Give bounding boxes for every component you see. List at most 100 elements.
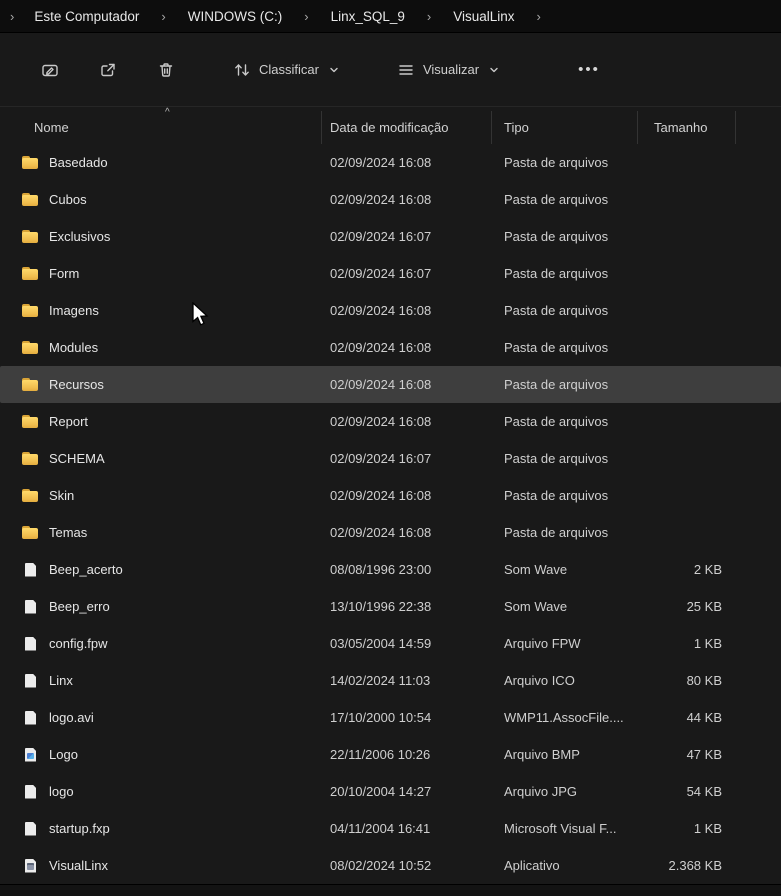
rename-button[interactable] bbox=[30, 51, 70, 89]
file-type-cell: Pasta de arquivos bbox=[504, 451, 609, 466]
file-row[interactable]: logo.avi 17/10/2000 10:54 WMP11.AssocFile.… bbox=[0, 699, 781, 736]
file-name-cell: Skin bbox=[0, 488, 322, 504]
file-row[interactable]: Report 02/09/2024 16:08 Pasta de arquivos bbox=[0, 403, 781, 440]
column-header-spacer bbox=[736, 111, 781, 144]
file-size-cell: 1 KB bbox=[693, 821, 722, 836]
view-button-label: Visualizar bbox=[422, 62, 480, 77]
file-date-cell: 14/02/2024 11:03 bbox=[330, 673, 431, 688]
file-name-cell: VisualLinx bbox=[0, 858, 322, 874]
breadcrumb-item-linx-sql-9[interactable]: Linx_SQL_9 bbox=[325, 6, 411, 27]
file-row[interactable]: Beep_acerto 08/08/1996 23:00 Som Wave 2 KB bbox=[0, 551, 781, 588]
file-row[interactable]: Logo 22/11/2006 10:26 Arquivo BMP 47 KB bbox=[0, 736, 781, 773]
file-row[interactable]: Temas 02/09/2024 16:08 Pasta de arquivos bbox=[0, 514, 781, 551]
file-name-label: Basedado bbox=[49, 155, 108, 170]
file-name-label: Report bbox=[49, 414, 89, 429]
file-date-cell: 17/10/2000 10:54 bbox=[330, 710, 432, 725]
file-name-label: Exclusivos bbox=[49, 229, 111, 244]
file-size-cell: 54 KB bbox=[686, 784, 722, 799]
file-name-label: startup.fxp bbox=[49, 821, 110, 836]
file-name-cell: Basedado bbox=[0, 155, 322, 171]
file-date-cell: 20/10/2004 14:27 bbox=[330, 784, 432, 799]
trash-icon bbox=[156, 60, 176, 80]
file-row[interactable]: SCHEMA 02/09/2024 16:07 Pasta de arquivos bbox=[0, 440, 781, 477]
folder-icon bbox=[22, 525, 39, 541]
file-name-label: logo bbox=[49, 784, 74, 799]
file-name-cell: Linx bbox=[0, 673, 322, 689]
column-header-type[interactable]: Tipo bbox=[492, 111, 638, 144]
file-name-label: logo.avi bbox=[49, 710, 94, 725]
file-date-cell: 02/09/2024 16:08 bbox=[330, 155, 432, 170]
file-type-cell: Pasta de arquivos bbox=[504, 229, 609, 244]
file-size-cell: 44 KB bbox=[686, 710, 722, 725]
file-row[interactable]: Form 02/09/2024 16:07 Pasta de arquivos bbox=[0, 255, 781, 292]
sort-button-label: Classificar bbox=[259, 62, 319, 77]
file-row[interactable]: Imagens 02/09/2024 16:08 Pasta de arquivos bbox=[0, 292, 781, 329]
folder-icon bbox=[22, 377, 39, 393]
file-name-cell: config.fpw bbox=[0, 636, 322, 652]
file-icon bbox=[22, 562, 39, 578]
file-type-cell: Pasta de arquivos bbox=[504, 192, 609, 207]
breadcrumb-item-este-computador[interactable]: Este Computador bbox=[28, 6, 145, 27]
breadcrumb-item-windows-c[interactable]: WINDOWS (C:) bbox=[182, 6, 288, 27]
file-name-cell: Report bbox=[0, 414, 322, 430]
file-row[interactable]: config.fpw 03/05/2004 14:59 Arquivo FPW 1 K… bbox=[0, 625, 781, 662]
folder-icon bbox=[22, 192, 39, 208]
breadcrumb-chevron-icon[interactable]: › bbox=[411, 9, 447, 24]
share-button[interactable] bbox=[88, 51, 128, 89]
breadcrumb-chevron-icon[interactable]: › bbox=[521, 9, 557, 24]
file-name-cell: Beep_erro bbox=[0, 599, 322, 615]
file-row[interactable]: VisualLinx 08/02/2024 10:52 Aplicativo 2.36… bbox=[0, 847, 781, 884]
file-type-cell: Pasta de arquivos bbox=[504, 525, 609, 540]
file-date-cell: 02/09/2024 16:08 bbox=[330, 525, 432, 540]
delete-button[interactable] bbox=[146, 51, 186, 89]
folder-icon bbox=[22, 451, 39, 467]
column-header-size[interactable]: Tamanho bbox=[638, 111, 736, 144]
file-date-cell: 02/09/2024 16:08 bbox=[330, 488, 432, 503]
file-size-cell: 80 KB bbox=[686, 673, 722, 688]
file-row[interactable]: Recursos 02/09/2024 16:08 Pasta de arquivo… bbox=[0, 366, 781, 403]
breadcrumb-item-visuallinx[interactable]: VisualLinx bbox=[447, 6, 520, 27]
file-date-cell: 02/09/2024 16:08 bbox=[330, 192, 432, 207]
file-type-cell: Microsoft Visual F... bbox=[504, 821, 617, 836]
file-row[interactable]: Exclusivos 02/09/2024 16:07 Pasta de arqui… bbox=[0, 218, 781, 255]
file-explorer-window: › Este Computador › WINDOWS (C:) › Linx_… bbox=[0, 0, 781, 896]
file-row[interactable]: startup.fxp 04/11/2004 16:41 Microsoft Vis… bbox=[0, 810, 781, 847]
folder-icon bbox=[22, 303, 39, 319]
file-row[interactable]: Cubos 02/09/2024 16:08 Pasta de arquivos bbox=[0, 181, 781, 218]
file-row[interactable]: logo 20/10/2004 14:27 Arquivo JPG 54 KB bbox=[0, 773, 781, 810]
file-icon bbox=[22, 821, 39, 837]
file-name-label: Logo bbox=[49, 747, 78, 762]
file-date-cell: 02/09/2024 16:08 bbox=[330, 377, 432, 392]
file-row[interactable]: Beep_erro 13/10/1996 22:38 Som Wave 25 KB bbox=[0, 588, 781, 625]
file-row[interactable]: Linx 14/02/2024 11:03 Arquivo ICO 80 KB bbox=[0, 662, 781, 699]
folder-icon bbox=[22, 414, 39, 430]
file-type-cell: Pasta de arquivos bbox=[504, 266, 609, 281]
view-button[interactable]: Visualizar bbox=[386, 51, 510, 89]
column-header-size-label: Tamanho bbox=[654, 120, 708, 135]
file-size-cell: 25 KB bbox=[686, 599, 722, 614]
file-type-cell: Pasta de arquivos bbox=[504, 340, 609, 355]
file-name-cell: logo bbox=[0, 784, 322, 800]
sort-button[interactable]: Classificar bbox=[222, 51, 350, 89]
breadcrumb-chevron-icon[interactable]: › bbox=[288, 9, 324, 24]
bottom-edge bbox=[0, 884, 781, 896]
file-row[interactable]: Skin 02/09/2024 16:08 Pasta de arquivos bbox=[0, 477, 781, 514]
more-options-button[interactable]: ••• bbox=[564, 52, 614, 87]
file-icon bbox=[22, 673, 39, 689]
file-date-cell: 08/02/2024 10:52 bbox=[330, 858, 432, 873]
file-row[interactable]: Modules 02/09/2024 16:08 Pasta de arquivos bbox=[0, 329, 781, 366]
file-name-cell: logo.avi bbox=[0, 710, 322, 726]
file-name-label: Modules bbox=[49, 340, 99, 355]
breadcrumb-chevron-icon[interactable]: › bbox=[145, 9, 181, 24]
file-name-cell: SCHEMA bbox=[0, 451, 322, 467]
breadcrumb-chevron-icon[interactable]: › bbox=[4, 9, 28, 24]
column-header-date[interactable]: Data de modificação bbox=[322, 111, 492, 144]
file-row[interactable]: Basedado 02/09/2024 16:08 Pasta de arquivo… bbox=[0, 144, 781, 181]
file-type-cell: Pasta de arquivos bbox=[504, 377, 609, 392]
file-size-cell: 2 KB bbox=[693, 562, 722, 577]
folder-icon bbox=[22, 266, 39, 282]
column-header-name-label: Nome bbox=[34, 120, 69, 135]
column-header-name[interactable]: Nome ^ bbox=[0, 107, 322, 144]
file-name-label: Imagens bbox=[49, 303, 99, 318]
rename-icon bbox=[40, 60, 60, 80]
